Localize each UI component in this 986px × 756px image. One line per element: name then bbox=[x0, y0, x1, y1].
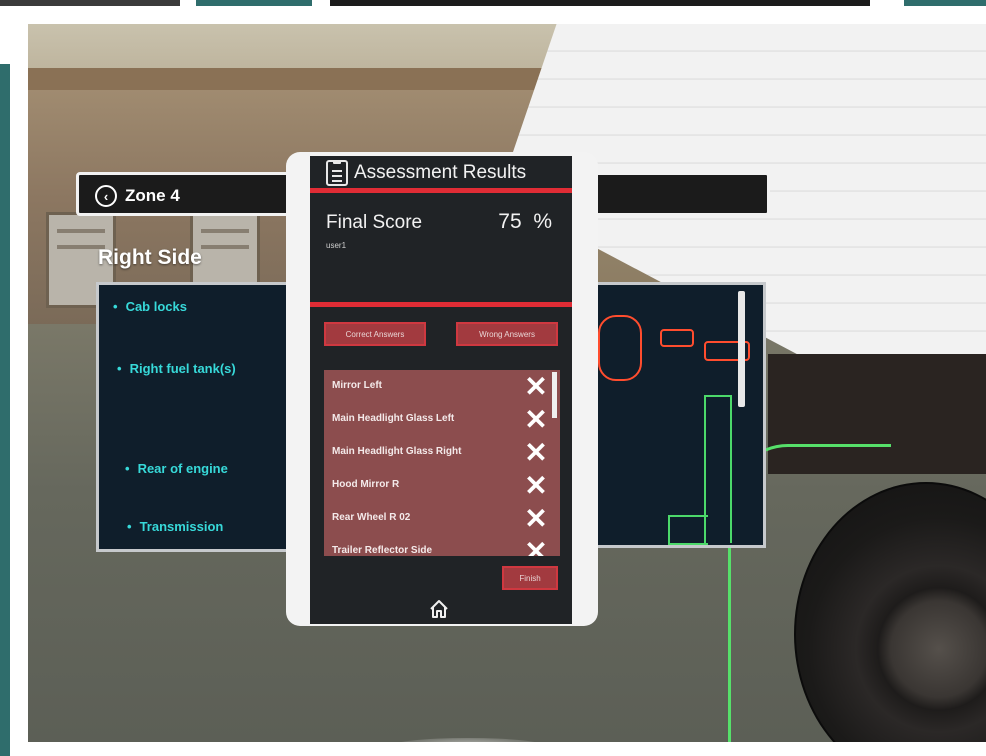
list-item: Main Headlight Glass Left ✕ bbox=[324, 403, 560, 436]
zone-title: Zone 4 bbox=[125, 186, 180, 205]
score-unit: % bbox=[533, 210, 552, 233]
checklist-item[interactable]: Right fuel tank(s) bbox=[117, 361, 236, 376]
modal-header: Assessment Results bbox=[310, 156, 572, 190]
chevron-left-circle-icon[interactable]: ‹ bbox=[95, 185, 117, 207]
modal-title: Assessment Results bbox=[354, 162, 527, 183]
window-frame-top bbox=[0, 0, 986, 24]
x-icon: ✕ bbox=[524, 404, 548, 435]
answer-label: Hood Mirror R bbox=[332, 479, 400, 490]
x-icon: ✕ bbox=[524, 470, 548, 501]
final-score-label: Final Score bbox=[326, 212, 423, 233]
checklist-item[interactable]: Cab locks bbox=[113, 299, 187, 314]
assessment-results-panel: Assessment Results Final Score 75 % user… bbox=[310, 156, 572, 624]
x-icon: ✕ bbox=[524, 536, 548, 556]
home-icon[interactable] bbox=[428, 598, 450, 620]
answer-label: Mirror Left bbox=[332, 380, 382, 391]
checklist-item[interactable]: Rear of engine bbox=[125, 461, 228, 476]
zone-title-group: ‹ Zone 4 bbox=[95, 183, 180, 209]
inspection-checklist-panel: Cab locks Right fuel tank(s) Rear of eng… bbox=[96, 282, 294, 552]
diagram-fuel-tank-shape bbox=[598, 315, 642, 381]
diagram-outline bbox=[704, 395, 732, 543]
truck-diagram-panel bbox=[592, 282, 766, 548]
list-item: Trailer Reflector Side ✕ bbox=[324, 535, 560, 556]
floor-light bbox=[388, 738, 548, 756]
finish-button[interactable]: Finish bbox=[502, 566, 558, 590]
answer-label: Main Headlight Glass Right bbox=[332, 446, 462, 457]
score-divider bbox=[310, 302, 572, 307]
side-heading: Right Side bbox=[98, 246, 202, 269]
list-item: Main Headlight Glass Right ✕ bbox=[324, 436, 560, 469]
user-name: user1 bbox=[326, 241, 347, 250]
score-number: 75 bbox=[498, 210, 522, 233]
diagram-scrollbar[interactable] bbox=[738, 291, 745, 407]
x-icon: ✕ bbox=[524, 437, 548, 468]
diagram-outline bbox=[668, 515, 708, 545]
wrong-answers-button[interactable]: Wrong Answers bbox=[456, 322, 558, 346]
window-frame-left bbox=[0, 24, 28, 756]
checklist-item[interactable]: Transmission bbox=[127, 519, 224, 534]
correct-answers-button[interactable]: Correct Answers bbox=[324, 322, 426, 346]
list-item: Mirror Left ✕ bbox=[324, 370, 560, 403]
answer-label: Rear Wheel R 02 bbox=[332, 512, 411, 523]
answer-label: Main Headlight Glass Left bbox=[332, 413, 455, 424]
assessment-results-modal: Assessment Results Final Score 75 % user… bbox=[286, 152, 598, 626]
ceiling-beam bbox=[28, 68, 588, 90]
answer-label: Trailer Reflector Side bbox=[332, 545, 433, 556]
answers-scrollbar[interactable] bbox=[552, 372, 557, 418]
diagram-part-shape bbox=[660, 329, 694, 347]
header-divider bbox=[310, 188, 572, 193]
x-icon: ✕ bbox=[524, 503, 548, 534]
clipboard-icon bbox=[326, 160, 348, 186]
answers-list: Mirror Left ✕ Main Headlight Glass Left … bbox=[324, 370, 560, 556]
list-item: Rear Wheel R 02 ✕ bbox=[324, 502, 560, 535]
final-score-value: 75 % bbox=[498, 210, 552, 234]
list-item: Hood Mirror R ✕ bbox=[324, 469, 560, 502]
x-icon: ✕ bbox=[524, 371, 548, 402]
